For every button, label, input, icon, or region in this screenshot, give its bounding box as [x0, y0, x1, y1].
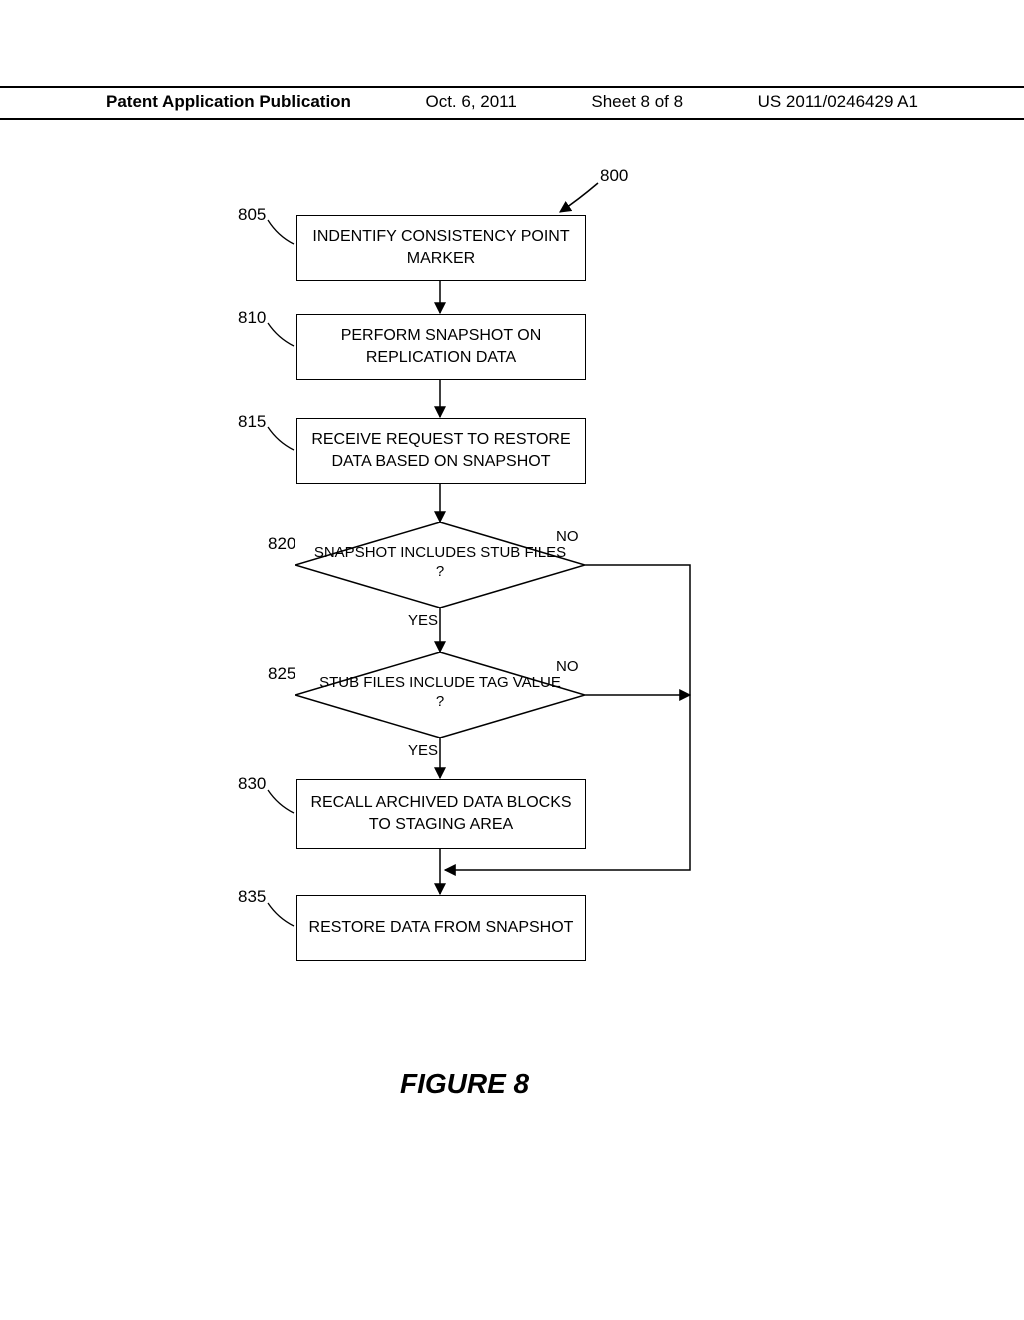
box-810: PERFORM SNAPSHOT ON REPLICATION DATA [296, 314, 586, 380]
header-rule [0, 118, 1024, 120]
diamond-825: STUB FILES INCLUDE TAG VALUE ? [295, 652, 585, 738]
ref-805: 805 [238, 205, 266, 225]
ref-835: 835 [238, 887, 266, 907]
ref-800: 800 [600, 166, 628, 186]
box-805: INDENTIFY CONSISTENCY POINT MARKER [296, 215, 586, 281]
diamond-825-text: STUB FILES INCLUDE TAG VALUE ? [295, 674, 585, 712]
label-820-yes: YES [408, 612, 438, 629]
box-835: RESTORE DATA FROM SNAPSHOT [296, 895, 586, 961]
diamond-820: SNAPSHOT INCLUDES STUB FILES ? [295, 522, 585, 608]
header-date: Oct. 6, 2011 [425, 92, 516, 112]
label-825-no: NO [556, 658, 579, 675]
flowchart: 800 805 810 815 820 825 830 835 INDENTIF… [0, 150, 1024, 1150]
figure-caption: FIGURE 8 [400, 1068, 529, 1100]
label-825-yes: YES [408, 742, 438, 759]
label-820-no: NO [556, 528, 579, 545]
ref-830: 830 [238, 774, 266, 794]
ref-820: 820 [268, 534, 296, 554]
ref-815: 815 [238, 412, 266, 432]
box-830: RECALL ARCHIVED DATA BLOCKS TO STAGING A… [296, 779, 586, 849]
box-815: RECEIVE REQUEST TO RESTORE DATA BASED ON… [296, 418, 586, 484]
ref-810: 810 [238, 308, 266, 328]
header-sheet: Sheet 8 of 8 [591, 92, 683, 112]
ref-825: 825 [268, 664, 296, 684]
header-pubno: US 2011/0246429 A1 [758, 92, 918, 112]
header-left: Patent Application Publication [106, 92, 351, 112]
page-header: Patent Application Publication Oct. 6, 2… [0, 86, 1024, 120]
diamond-820-text: SNAPSHOT INCLUDES STUB FILES ? [295, 544, 585, 582]
